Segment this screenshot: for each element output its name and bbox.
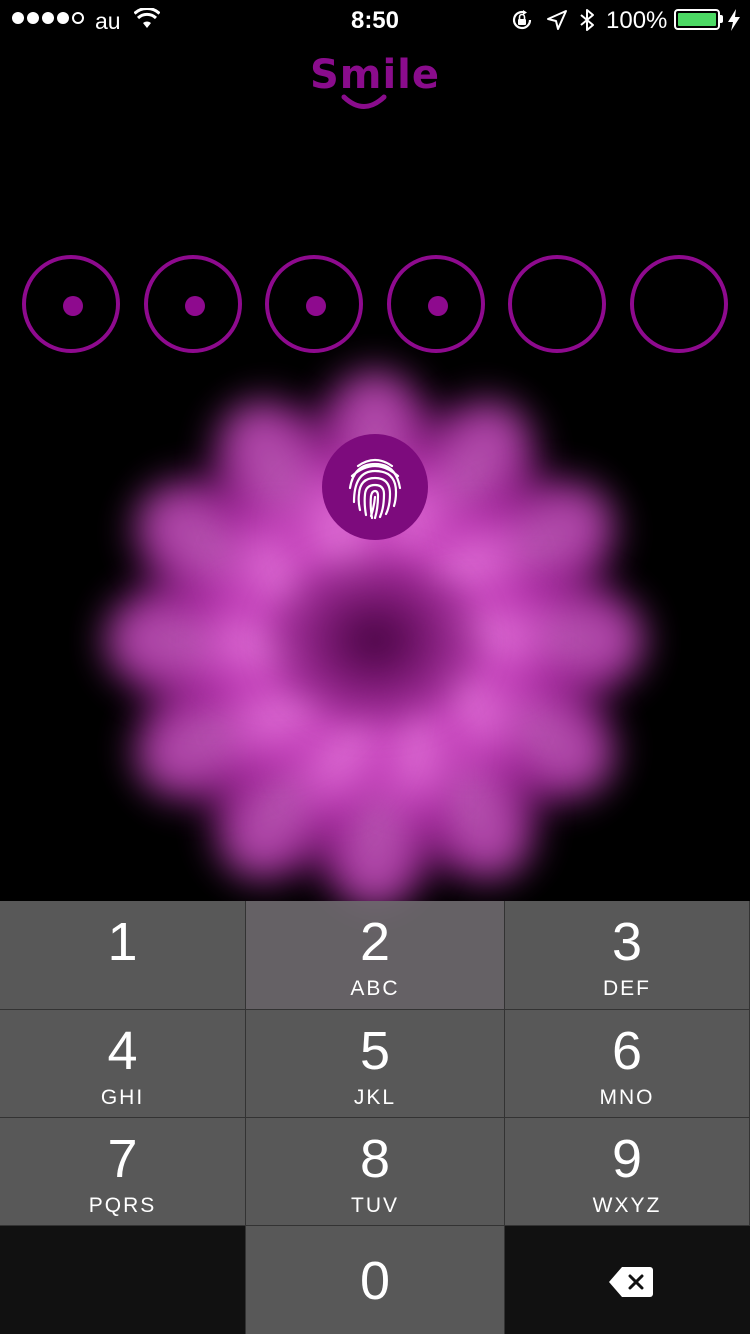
battery-icon [674,9,720,30]
key-5[interactable]: 5 JKL [246,1010,505,1118]
logo-text: Smile [309,52,441,98]
numeric-keypad: 1 2 ABC 3 DEF 4 GHI 5 JKL 6 MNO 7 PQRS 8… [0,901,750,1334]
key-digit: 9 [611,1129,643,1189]
battery-nub [720,15,723,23]
key-8[interactable]: 8 TUV [246,1118,505,1226]
passcode-dot-fill [184,296,205,316]
key-2[interactable]: 2 ABC [246,901,505,1010]
passcode-dot-filled [22,255,120,353]
app-logo: Smile [0,52,750,109]
backspace-icon [609,1267,653,1297]
key-digit: 1 [107,912,138,972]
key-letters: WXYZ [592,1194,662,1217]
passcode-dot-fill [427,296,448,316]
passcode-dot-empty [508,255,606,353]
key-digit: 8 [359,1129,391,1189]
smile-logo-icon [341,94,387,109]
key-1[interactable]: 1 [0,901,246,1010]
charging-icon [728,9,740,31]
key-letters: ABC [350,977,400,1000]
key-letters: DEF [603,977,651,1000]
status-bar: au 8:50 100% [0,0,750,40]
key-digit: 6 [611,1021,643,1081]
key-letters: TUV [351,1194,399,1217]
bluetooth-icon [580,9,594,31]
location-icon [547,10,567,30]
key-7[interactable]: 7 PQRS [0,1118,246,1226]
key-digit: 3 [611,912,643,972]
key-6[interactable]: 6 MNO [505,1010,750,1118]
delete-button[interactable] [505,1226,750,1334]
key-digit: 0 [359,1251,391,1311]
key-9[interactable]: 9 WXYZ [505,1118,750,1226]
key-letters: JKL [353,1086,397,1109]
key-4[interactable]: 4 GHI [0,1010,246,1118]
passcode-dot-fill [63,296,83,316]
key-digit: 4 [107,1021,138,1081]
passcode-dot-filled [386,255,485,353]
rotation-lock-icon [512,10,532,30]
battery-level-fill [678,13,716,26]
battery-percentage: 100% [606,7,668,34]
key-letters: PQRS [88,1194,157,1217]
touch-id-button[interactable] [322,434,428,540]
key-digit: 5 [359,1021,391,1081]
key-3[interactable]: 3 DEF [505,901,750,1010]
fingerprint-icon [348,458,402,520]
flower-center [265,550,485,730]
keypad-blank-cell [0,1226,246,1334]
key-0[interactable]: 0 [246,1226,505,1334]
key-digit: 2 [359,912,391,972]
passcode-dot-fill [306,296,326,316]
passcode-dot-empty [629,255,728,353]
key-letters: GHI [100,1086,145,1109]
key-digit: 7 [107,1129,138,1189]
passcode-dot-filled [265,255,363,353]
key-letters: MNO [599,1086,655,1109]
passcode-indicator [22,255,728,353]
passcode-dot-filled [143,255,242,353]
